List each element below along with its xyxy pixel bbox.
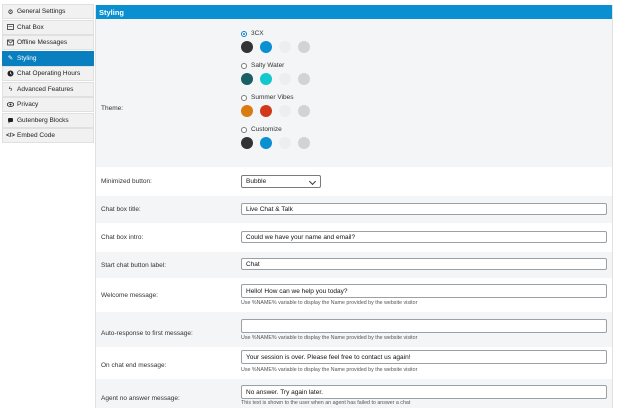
auto-response-row: Auto-response to first message: Use %NAM… xyxy=(96,312,612,347)
agent-no-answer-row: Agent no answer message: No answer. Try … xyxy=(96,379,612,408)
color-swatches xyxy=(241,73,317,85)
field-label: Start chat button label: xyxy=(101,261,167,269)
chat-box-title-input[interactable]: Live Chat & Talk xyxy=(241,203,607,215)
theme-option-label: Salty Water xyxy=(251,62,285,69)
theme-option-summer-vibes: Summer Vibes xyxy=(241,93,317,117)
color-swatch[interactable] xyxy=(260,105,272,117)
chat-end-message-input[interactable]: Your session is over. Please feel free t… xyxy=(241,350,607,364)
styling-panel: Styling Theme: 3CX Salty Water Summer Vi… xyxy=(95,5,613,408)
color-swatch[interactable] xyxy=(260,137,272,149)
sidebar-item-label: General Settings xyxy=(17,8,66,15)
color-swatch[interactable] xyxy=(241,73,253,85)
sidebar-item-privacy[interactable]: Privacy xyxy=(2,97,94,112)
field-label: Agent no answer message: xyxy=(101,395,180,402)
field-label: On chat end message: xyxy=(101,362,167,369)
field-label: Auto-response to first message: xyxy=(101,330,193,337)
code-icon: </> xyxy=(6,132,15,139)
minimized-button-label: Minimized button: xyxy=(101,178,152,185)
theme-radio-summer-vibes[interactable]: Summer Vibes xyxy=(241,93,317,102)
sidebar-item-label: Gutenberg Blocks xyxy=(17,116,69,124)
color-swatch[interactable] xyxy=(298,73,310,85)
color-swatch[interactable] xyxy=(241,41,253,53)
sidebar-item-embed-code[interactable]: </> Embed Code xyxy=(2,128,94,143)
welcome-message-row: Welcome message: Hello! How can we help … xyxy=(96,278,612,312)
theme-option-label: 3CX xyxy=(251,30,264,37)
color-swatches xyxy=(241,105,317,117)
pencil-icon: ✎ xyxy=(7,55,14,62)
sidebar-item-label: Offline Messages xyxy=(17,39,68,46)
gear-icon: ⚙ xyxy=(7,8,14,16)
sidebar-item-label: Privacy xyxy=(17,101,39,108)
envelope-icon xyxy=(7,39,14,46)
chatbox-icon xyxy=(7,23,14,31)
radio-button[interactable] xyxy=(241,126,247,133)
sidebar-item-label: Advanced Features xyxy=(17,85,74,93)
select-value: Bubble xyxy=(246,178,267,185)
chat-box-intro-row: Chat box intro: Could we have your name … xyxy=(96,223,612,252)
minimized-button-row: Minimized button: Bubble xyxy=(96,167,612,196)
sidebar-item-label: Chat Box xyxy=(17,23,44,31)
sidebar-item-offline-messages[interactable]: Offline Messages xyxy=(2,35,94,50)
color-swatch[interactable] xyxy=(298,41,310,53)
color-swatch[interactable] xyxy=(260,41,272,53)
radio-button[interactable] xyxy=(241,94,247,101)
color-swatch[interactable] xyxy=(298,105,310,117)
chat-box-title-row: Chat box title: Live Chat & Talk xyxy=(96,196,612,223)
theme-options: 3CX Salty Water Summer Vibes Customize xyxy=(241,29,317,157)
color-swatches xyxy=(241,137,317,149)
theme-radio-salty-water[interactable]: Salty Water xyxy=(241,61,317,70)
panel-title: Styling xyxy=(96,5,612,19)
chat-box-intro-input[interactable]: Could we have your name and email? xyxy=(241,231,607,243)
color-swatch[interactable] xyxy=(298,137,310,149)
theme-option-label: Summer Vibes xyxy=(251,94,294,101)
theme-radio-customize[interactable]: Customize xyxy=(241,125,317,134)
field-label: Welcome message: xyxy=(101,291,158,299)
theme-option-customize: Customize xyxy=(241,125,317,149)
sidebar-item-label: Chat Operating Hours xyxy=(17,70,81,77)
field-hint: Use %NAME% variable to display the Name … xyxy=(241,367,418,373)
color-swatch[interactable] xyxy=(279,105,291,117)
theme-label: Theme: xyxy=(101,105,124,112)
bolt-icon: ϟ xyxy=(8,85,13,93)
start-chat-label-input[interactable]: Chat xyxy=(241,258,607,270)
sidebar-item-chat-box[interactable]: Chat Box xyxy=(2,19,94,35)
theme-option-label: Customize xyxy=(251,126,282,133)
theme-option-salty-water: Salty Water xyxy=(241,61,317,85)
eye-icon xyxy=(7,101,14,108)
radio-button[interactable] xyxy=(241,62,247,69)
sidebar-item-label: Styling xyxy=(17,54,37,62)
sidebar-item-styling[interactable]: ✎ Styling xyxy=(2,50,94,66)
field-hint: This text is shown to the user when an a… xyxy=(241,400,411,406)
field-hint: Use %NAME% variable to display the Name … xyxy=(241,300,418,306)
theme-row: Theme: 3CX Salty Water Summer Vibes Cust… xyxy=(96,19,612,167)
sidebar-item-chat-operating-hours[interactable]: Chat Operating Hours xyxy=(2,66,94,81)
color-swatch[interactable] xyxy=(241,105,253,117)
color-swatches xyxy=(241,41,317,53)
field-hint: Use %NAME% variable to display the Name … xyxy=(241,335,418,341)
radio-button[interactable] xyxy=(241,30,247,37)
settings-sidebar: ⚙ General Settings Chat Box Offline Mess… xyxy=(2,4,94,144)
color-swatch[interactable] xyxy=(279,137,291,149)
field-label: Chat box title: xyxy=(101,206,141,213)
clock-icon xyxy=(7,70,14,77)
field-label: Chat box intro: xyxy=(101,234,144,241)
agent-no-answer-input[interactable]: No answer. Try again later. xyxy=(241,385,607,399)
start-chat-label-row: Start chat button label: Chat xyxy=(96,252,612,278)
theme-option-3cx: 3CX xyxy=(241,29,317,53)
welcome-message-input[interactable]: Hello! How can we help you today? xyxy=(241,284,607,298)
color-swatch[interactable] xyxy=(279,73,291,85)
auto-response-input[interactable] xyxy=(241,319,607,333)
minimized-button-select[interactable]: Bubble xyxy=(241,175,321,188)
color-swatch[interactable] xyxy=(241,137,253,149)
sidebar-item-advanced-features[interactable]: ϟ Advanced Features xyxy=(2,81,94,97)
sidebar-item-gutenberg-blocks[interactable]: Gutenberg Blocks xyxy=(2,112,94,128)
color-swatch[interactable] xyxy=(260,73,272,85)
theme-radio-3cx[interactable]: 3CX xyxy=(241,29,317,38)
blocks-icon xyxy=(7,117,14,124)
color-swatch[interactable] xyxy=(279,41,291,53)
chevron-down-icon xyxy=(308,177,317,186)
sidebar-item-general-settings[interactable]: ⚙ General Settings xyxy=(2,4,94,19)
sidebar-item-label: Embed Code xyxy=(17,132,55,139)
